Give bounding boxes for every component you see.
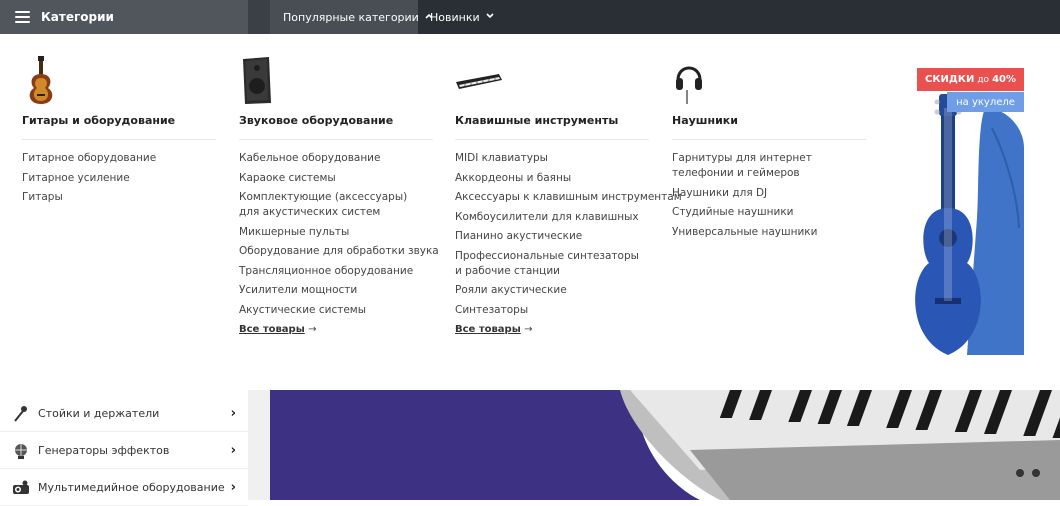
projector-icon [13, 480, 29, 494]
sidebar-item-label: Генераторы эффектов [38, 444, 170, 457]
guitar-icon[interactable] [22, 56, 62, 106]
list-item[interactable]: Кабельное оборудование [239, 151, 469, 166]
chevron-right-icon: › [230, 443, 236, 458]
categories-button[interactable]: Категории [0, 0, 248, 34]
slider-dot-active[interactable] [1032, 469, 1040, 477]
discount-percent: 40% [992, 74, 1016, 85]
list-item[interactable]: Аксессуары к клавишным инструментам [455, 190, 685, 205]
list-item[interactable]: Наушники для DJ [672, 186, 902, 201]
piano-banner-image [270, 390, 1060, 500]
discount-preposition: до [977, 74, 990, 85]
categories-label: Категории [41, 10, 114, 24]
chevron-down-icon [486, 13, 494, 21]
chevron-right-icon: › [230, 480, 236, 495]
sidebar-item-stands[interactable]: Стойки и держатели › [0, 396, 248, 432]
list-item[interactable]: Трансляционное оборудование [239, 264, 469, 279]
ukulele-badge: на укулеле [947, 92, 1024, 112]
sidebar-categories: Стойки и держатели › Генераторы эффектов… [0, 390, 248, 506]
list-item[interactable]: Гитары [22, 190, 252, 205]
speaker-icon[interactable] [239, 56, 273, 106]
list-item[interactable]: Аккордеоны и баяны [455, 171, 685, 186]
sidebar-gap [248, 390, 270, 500]
list-item[interactable]: Рояли акустические [455, 283, 685, 298]
list-item[interactable]: Студийные наушники [672, 205, 902, 220]
all-products-link[interactable]: Все товары [239, 324, 305, 335]
categories-dropdown: Гитары и оборудование Гитарное оборудова… [0, 34, 1060, 390]
list-item[interactable]: Усилители мощности [239, 283, 469, 298]
list-item[interactable]: Гитарное оборудование [22, 151, 252, 166]
column-title[interactable]: Наушники [672, 114, 738, 127]
ukulele-promo-banner[interactable]: СКИДКИ до 40% на укулеле [907, 68, 1024, 355]
list-item[interactable]: Пианино акустические [455, 229, 685, 244]
column-title[interactable]: Звуковое оборудование [239, 114, 393, 127]
keyboard-icon[interactable] [455, 56, 503, 106]
list-item[interactable]: Оборудование для обработки звука [239, 244, 469, 259]
list-item[interactable]: Синтезаторы [455, 303, 685, 318]
arrow-right-icon: → [524, 324, 533, 335]
nav-popular-categories[interactable]: Популярные категории [270, 0, 433, 34]
column-title[interactable]: Клавишные инструменты [455, 114, 618, 127]
menu-icon [15, 11, 30, 23]
divider [672, 139, 866, 140]
category-list: MIDI клавиатуры Аккордеоны и баяны Аксес… [455, 151, 685, 342]
list-item[interactable]: Караоке системы [239, 171, 469, 186]
sidebar-item-label: Стойки и держатели [38, 407, 160, 420]
slider-dot[interactable] [1016, 469, 1024, 477]
top-navigation-bar: Категории Популярные категории Новинки [0, 0, 1060, 34]
hero-banner[interactable] [270, 390, 1060, 500]
divider [455, 139, 649, 140]
sidebar-item-label: Мультимедийное оборудование [38, 481, 225, 494]
category-list: Гитарное оборудование Гитарное усиление … [22, 151, 252, 210]
sidebar-item-multimedia[interactable]: Мультимедийное оборудование › [0, 470, 248, 506]
list-item[interactable]: Профессиональные синтезаторы и рабочие с… [455, 249, 640, 279]
nav-new-label: Новинки [430, 10, 480, 24]
divider [22, 139, 216, 140]
disco-ball-icon [15, 443, 27, 459]
list-item[interactable]: Комплектующие (аксессуары) для акустичес… [239, 190, 419, 220]
list-item[interactable]: Акустические системы [239, 303, 469, 318]
list-item[interactable]: Гарнитуры для интернет телефонии и гейме… [672, 151, 867, 181]
nav-new-arrivals[interactable]: Новинки [418, 0, 494, 34]
sidebar-item-effects[interactable]: Генераторы эффектов › [0, 433, 248, 469]
microphone-stand-icon [14, 405, 27, 422]
all-products-link[interactable]: Все товары [455, 324, 521, 335]
list-item[interactable]: Комбоусилители для клавишных [455, 210, 685, 225]
topbar-divider [248, 0, 270, 34]
column-title[interactable]: Гитары и оборудование [22, 114, 175, 127]
category-list: Гарнитуры для интернет телефонии и гейме… [672, 151, 902, 244]
list-item[interactable]: MIDI клавиатуры [455, 151, 685, 166]
headphones-icon[interactable] [672, 56, 706, 106]
arrow-right-icon: → [308, 324, 317, 335]
chevron-right-icon: › [230, 406, 236, 421]
discount-badge: СКИДКИ до 40% [917, 68, 1024, 91]
list-item[interactable]: Микшерные пульты [239, 225, 469, 240]
nav-popular-label: Популярные категории [283, 10, 419, 24]
list-item[interactable]: Универсальные наушники [672, 225, 902, 240]
all-products-item: Все товары → [239, 322, 469, 337]
list-item[interactable]: Гитарное усиление [22, 171, 252, 186]
discount-text: СКИДКИ [924, 74, 975, 85]
category-list: Кабельное оборудование Караоке системы К… [239, 151, 469, 342]
divider [239, 139, 433, 140]
all-products-item: Все товары → [455, 322, 685, 337]
